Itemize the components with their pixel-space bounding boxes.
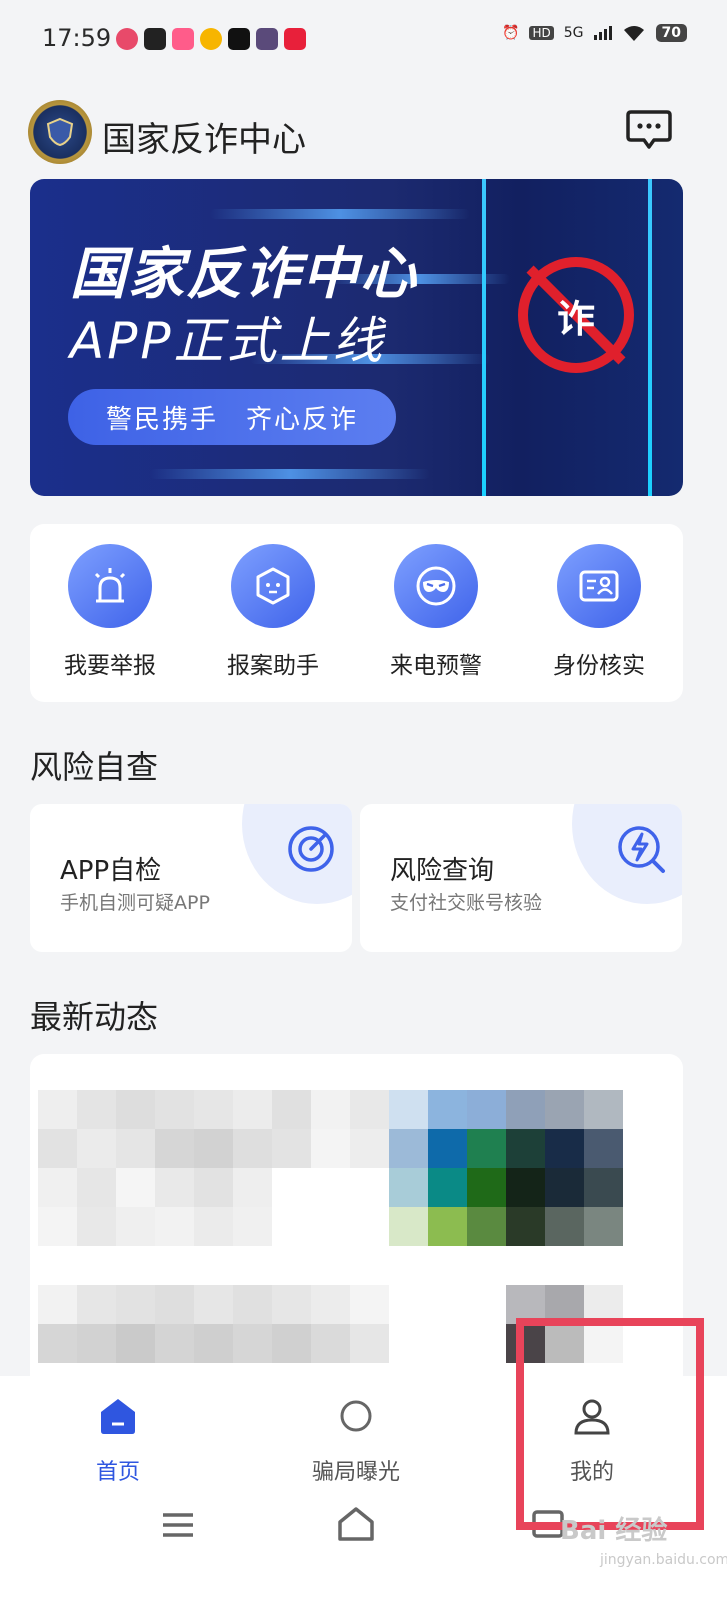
lightning-search-icon [618, 826, 665, 873]
banner-slogan: 警民携手 齐心反诈 [68, 389, 396, 445]
app-notification-icon [144, 28, 166, 50]
risk-card-subtitle: 支付社交账号核验 [390, 892, 543, 914]
nav-exposure[interactable]: 骗局曝光 [276, 1396, 436, 1486]
network-type: 5G [563, 25, 584, 41]
message-icon[interactable] [626, 108, 672, 152]
banner-decoration [648, 179, 652, 496]
highlight-annotation [516, 1318, 704, 1530]
app-notification-icon [172, 28, 194, 50]
risk-card-title: 风险查询 [390, 856, 495, 886]
app-logo [28, 100, 92, 164]
app-notification-icon [116, 28, 138, 50]
risk-card-subtitle: 手机自测可疑APP [60, 892, 210, 914]
risk-card-title: APP自检 [60, 856, 162, 886]
nav-label: 骗局曝光 [311, 1460, 400, 1485]
robot-face-icon [231, 544, 315, 628]
quick-action-label: 身份核实 [553, 653, 645, 679]
nav-home[interactable]: 首页 [38, 1396, 198, 1486]
risk-card-app-check[interactable]: APP自检 手机自测可疑APP [30, 804, 352, 952]
battery-icon: 70 [655, 24, 687, 42]
menu-icon[interactable] [160, 1510, 196, 1540]
watermark-url: jingyan.baidu.com [600, 1552, 727, 1568]
signal-icon [593, 26, 612, 40]
exposure-icon [340, 1400, 372, 1432]
quick-action-id-verify[interactable]: 身份核实 [529, 544, 669, 680]
quick-actions-card: 我要举报 报案助手 来电预警 身份核实 [30, 524, 683, 702]
quick-action-label: 我要举报 [64, 653, 156, 679]
watermark: Bai 经验 [560, 1516, 668, 1546]
weibo-icon [200, 28, 222, 50]
status-right: ⏰ HD 5G 70 [502, 24, 687, 42]
home-outline-icon[interactable] [336, 1506, 376, 1542]
quick-action-call-alert[interactable]: 来电预警 [366, 544, 506, 680]
banner-headline: 国家反诈中心 [70, 242, 418, 307]
promo-banner[interactable]: 国家反诈中心 APP正式上线 警民携手 齐心反诈 诈 [30, 179, 683, 496]
app-notification-icon [284, 28, 306, 50]
nav-label: 首页 [95, 1460, 140, 1485]
no-fraud-icon: 诈 [518, 257, 634, 373]
mask-icon [394, 544, 478, 628]
quick-action-assistant[interactable]: 报案助手 [203, 544, 343, 680]
banner-subheadline: APP正式上线 [70, 312, 386, 370]
capcut-icon [228, 28, 250, 50]
alarm-light-icon [68, 544, 152, 628]
quick-action-label: 来电预警 [390, 653, 482, 679]
home-icon [101, 1399, 135, 1434]
wifi-icon [623, 26, 644, 41]
banner-decoration [210, 209, 470, 219]
banner-decoration [150, 469, 430, 479]
page-title: 国家反诈中心 [102, 120, 306, 160]
quick-action-report[interactable]: 我要举报 [40, 544, 180, 680]
status-bar: 17:59 ⏰ HD 5G 70 [0, 0, 727, 80]
badge-char: 诈 [556, 296, 595, 341]
hd-icon: HD [529, 26, 554, 40]
quick-action-label: 报案助手 [227, 653, 319, 679]
app-notification-icon [256, 28, 278, 50]
banner-decoration [482, 179, 486, 496]
shield-icon [46, 117, 74, 147]
alarm-icon: ⏰ [502, 25, 520, 41]
notification-icons [116, 28, 306, 50]
status-time: 17:59 [42, 24, 112, 52]
section-title-news: 最新动态 [30, 998, 159, 1036]
scan-target-icon [288, 826, 334, 872]
section-title-risk: 风险自查 [30, 748, 159, 786]
risk-card-risk-query[interactable]: 风险查询 支付社交账号核验 [360, 804, 682, 952]
id-card-icon [557, 544, 641, 628]
